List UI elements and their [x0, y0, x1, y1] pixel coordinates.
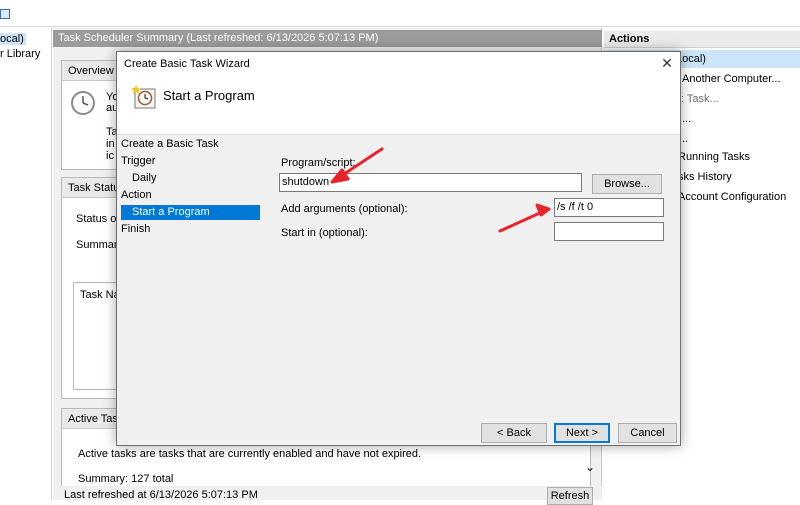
window-icon[interactable] [0, 9, 10, 19]
task-name-list[interactable]: Task Nar [73, 282, 123, 390]
summary-header: Task Scheduler Summary (Last refreshed: … [53, 30, 602, 47]
step-action[interactable]: Action [121, 188, 152, 203]
summary-label: Summar [76, 239, 118, 251]
dialog-title: Create Basic Task Wizard [124, 58, 250, 70]
actions-header[interactable]: Actions [604, 31, 800, 48]
start-in-input[interactable] [554, 222, 664, 241]
add-arguments-label: Add arguments (optional): [281, 203, 408, 215]
add-arguments-input[interactable]: /s /f /t 0 [554, 198, 664, 217]
browse-button[interactable]: Browse... [592, 174, 662, 194]
active-tasks-title[interactable]: Active Task [62, 409, 122, 429]
next-button[interactable]: Next > [554, 423, 610, 443]
cancel-button[interactable]: Cancel [618, 423, 677, 443]
wizard-page-title: Start a Program [163, 88, 255, 103]
step-start-a-program[interactable]: Start a Program [121, 205, 260, 220]
wizard-steps: Create a Basic Task Trigger Daily Action… [117, 136, 267, 446]
step-daily[interactable]: Daily [121, 171, 156, 186]
back-button[interactable]: < Back [481, 423, 547, 443]
status-of-label: Status of [76, 213, 120, 225]
step-create-basic-task[interactable]: Create a Basic Task [121, 137, 219, 152]
program-script-input[interactable]: shutdown [279, 173, 582, 192]
overview-line: in [106, 138, 115, 150]
refresh-button[interactable]: Refresh [547, 487, 593, 505]
overview-title[interactable]: Overview o [62, 61, 120, 81]
tree-item-library[interactable]: r Library [0, 48, 40, 60]
main-toolbar [0, 0, 800, 27]
wizard-clock-icon [132, 85, 156, 109]
program-script-label: Program/script: [281, 157, 356, 169]
active-tasks-summary: Summary: 127 total [78, 473, 174, 485]
create-basic-task-wizard: Create Basic Task Wizard ✕ Start a Progr… [116, 51, 681, 446]
task-status-title[interactable]: Task Status [62, 178, 120, 198]
console-tree: ocal) r Library [0, 28, 52, 500]
start-in-label: Start in (optional): [281, 227, 368, 239]
active-tasks-description: Active tasks are tasks that are currentl… [78, 448, 422, 460]
wizard-banner: Start a Program [117, 74, 680, 135]
last-refreshed-text: Last refreshed at 6/13/2026 5:07:13 PM [64, 489, 258, 501]
overview-line: ic [106, 150, 114, 162]
close-icon[interactable]: ✕ [658, 54, 676, 72]
clock-icon [71, 91, 95, 115]
scroll-down-icon[interactable]: ⌄ [585, 460, 595, 474]
step-trigger[interactable]: Trigger [121, 154, 155, 169]
dialog-title-bar[interactable]: Create Basic Task Wizard ✕ [117, 52, 680, 74]
tree-item-local[interactable]: ocal) [0, 33, 26, 45]
step-finish[interactable]: Finish [121, 222, 150, 237]
